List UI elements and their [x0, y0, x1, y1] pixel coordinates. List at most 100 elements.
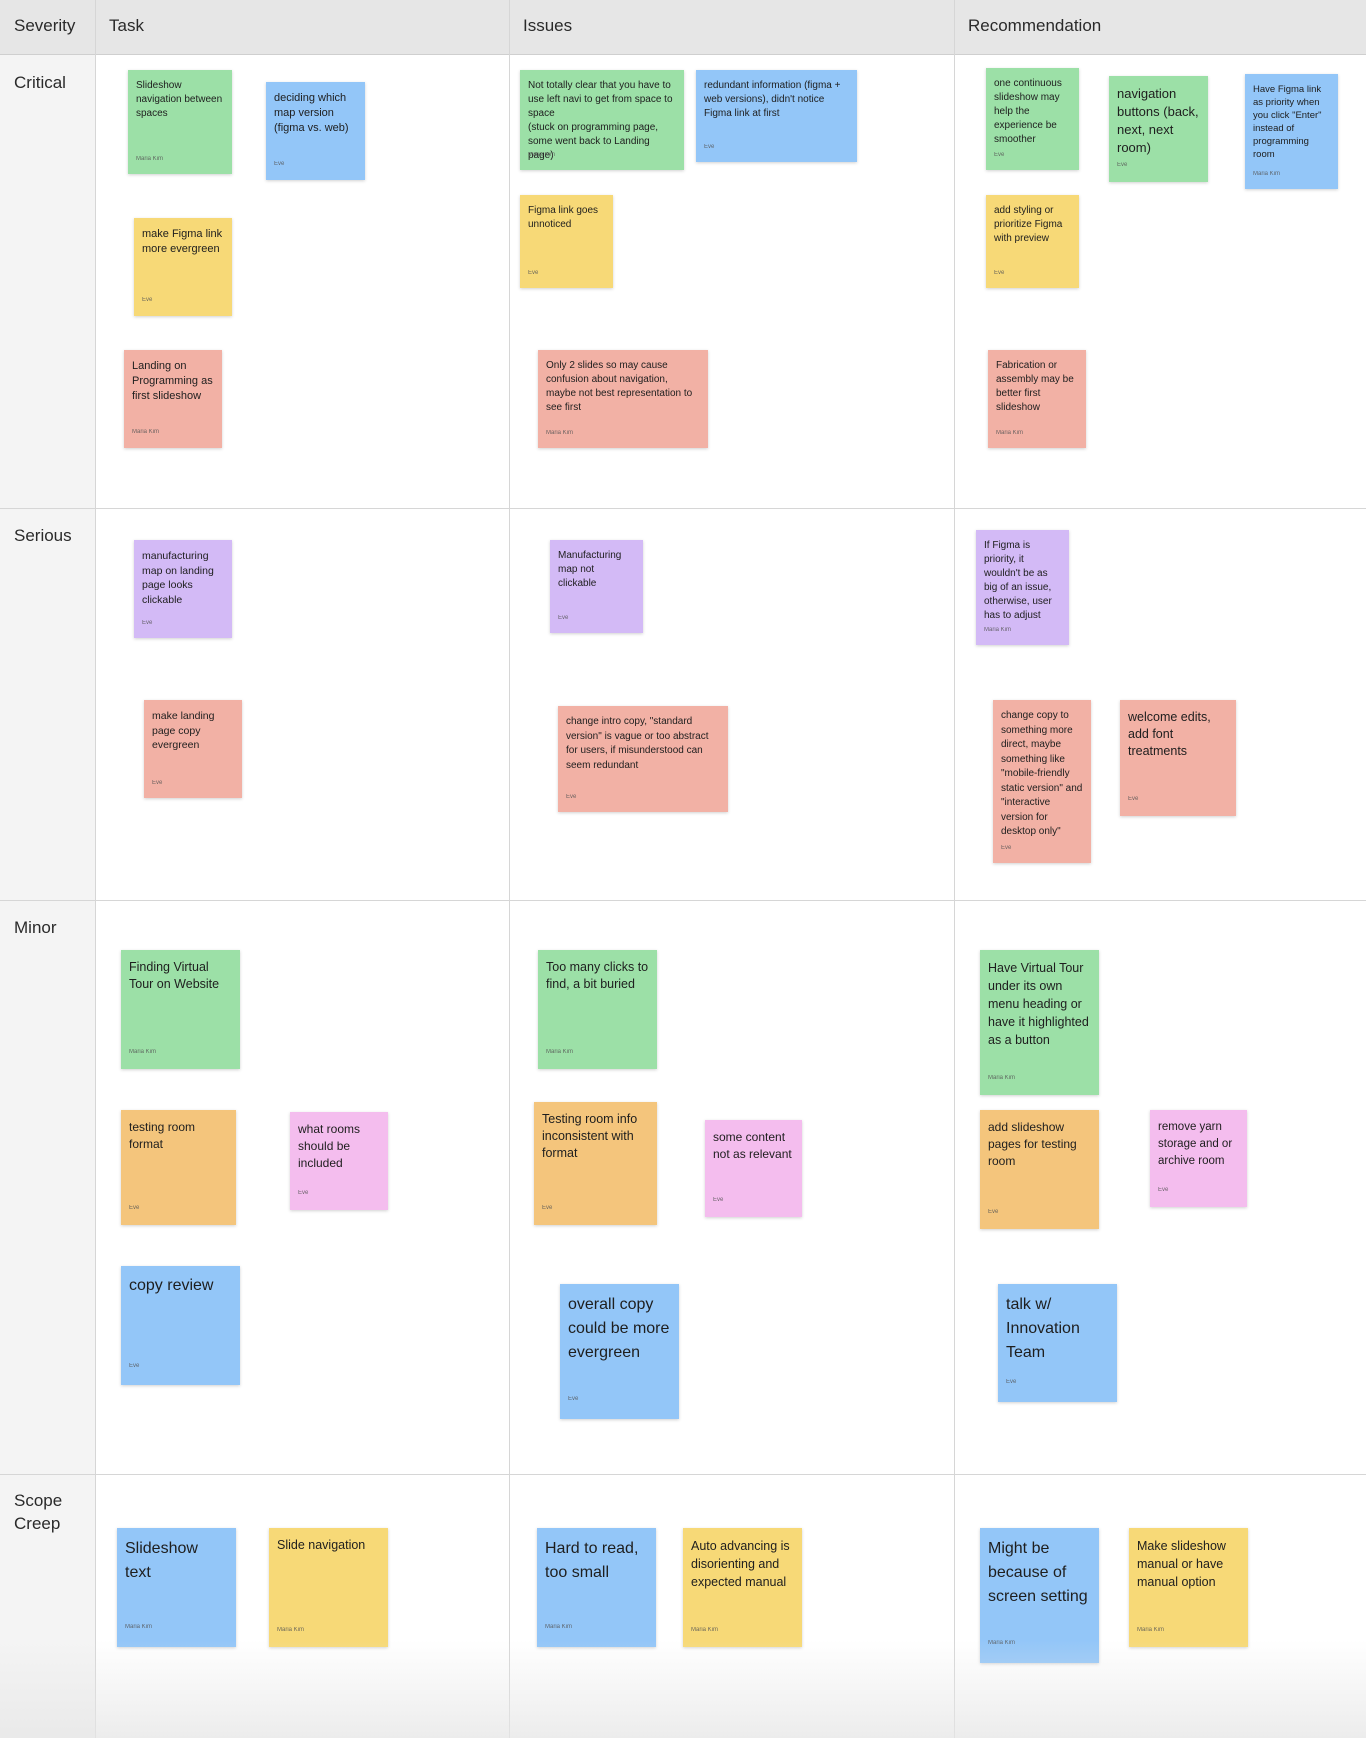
note-author: Eve: [142, 619, 153, 626]
sticky-note[interactable]: some content not as relevant Eve: [705, 1120, 802, 1217]
sticky-note[interactable]: add styling or prioritize Figma with pre…: [986, 195, 1079, 288]
row-label-minor: Minor: [14, 918, 57, 937]
note-text: some content not as relevant: [713, 1130, 792, 1161]
note-author: Eve: [129, 1363, 140, 1369]
note-author: Eve: [1001, 844, 1012, 851]
note-author: Eve: [1128, 796, 1139, 802]
note-text: Only 2 slides so may cause confusion abo…: [546, 360, 693, 413]
note-author: Maria Kim: [129, 1049, 157, 1055]
sticky-note[interactable]: manufacturing map on landing page looks …: [134, 540, 232, 638]
sticky-note[interactable]: Make slideshow manual or have manual opt…: [1129, 1528, 1248, 1647]
sticky-note[interactable]: Slideshow text Maria Kim: [117, 1528, 236, 1647]
column-divider: [95, 0, 96, 1738]
sticky-note[interactable]: If Figma is priority, it wouldn't be as …: [976, 530, 1069, 645]
sticky-note[interactable]: Auto advancing is disorienting and expec…: [683, 1528, 802, 1647]
note-author: Eve: [129, 1205, 140, 1211]
note-author: Maria Kim: [996, 430, 1024, 436]
sticky-note[interactable]: copy review Eve: [121, 1266, 240, 1385]
sticky-note[interactable]: change intro copy, "standard version" is…: [558, 706, 728, 812]
note-author: Maria Kim: [546, 1049, 574, 1055]
note-author: Maria Kim: [988, 1640, 1016, 1646]
note-text: overall copy could be more evergreen: [568, 1296, 670, 1361]
sticky-note[interactable]: Have Figma link as priority when you cli…: [1245, 74, 1338, 189]
sticky-note[interactable]: overall copy could be more evergreen Eve: [560, 1284, 679, 1419]
sticky-note[interactable]: one continuous slideshow may help the ex…: [986, 68, 1079, 170]
row-label-critical: Critical: [14, 73, 66, 92]
note-text: Finding Virtual Tour on Website: [129, 960, 220, 991]
note-text: Landing on Programming as first slidesho…: [132, 360, 213, 402]
note-author: Eve: [713, 1197, 724, 1203]
sticky-note[interactable]: Manufacturing map not clickable Eve: [550, 540, 643, 633]
header-bar: [0, 0, 1366, 55]
sticky-note[interactable]: Fabrication or assembly may be better fi…: [988, 350, 1086, 448]
sticky-note[interactable]: Slide navigation Maria Kim: [269, 1528, 388, 1647]
sticky-note[interactable]: Hard to read, too small Maria Kim: [537, 1528, 656, 1647]
note-text: Testing room info inconsistent with form…: [542, 1112, 638, 1160]
sticky-note[interactable]: Landing on Programming as first slidesho…: [124, 350, 222, 448]
sticky-note[interactable]: Not totally clear that you have to use l…: [520, 70, 684, 170]
note-author: Maria Kim: [984, 627, 1012, 633]
row-divider: [0, 508, 1366, 509]
note-author: Eve: [152, 779, 163, 786]
note-text: testing room format: [129, 1120, 196, 1151]
note-text: Have Virtual Tour under its own menu hea…: [988, 961, 1089, 1047]
sticky-note[interactable]: Slideshow navigation between spaces Maria…: [128, 70, 232, 174]
sticky-note[interactable]: talk w/ Innovation Team Eve: [998, 1284, 1117, 1402]
note-author: Maria Kim: [277, 1627, 305, 1633]
note-author: Eve: [704, 144, 715, 150]
sticky-note[interactable]: make Figma link more evergreen Eve: [134, 218, 232, 316]
note-text: navigation buttons (back, next, next roo…: [1117, 86, 1199, 155]
note-author: Eve: [542, 1205, 553, 1211]
note-author: Eve: [1117, 162, 1128, 168]
row-divider: [0, 900, 1366, 901]
note-text: talk w/ Innovation Team: [1006, 1296, 1080, 1361]
note-text: deciding which map version (figma vs. we…: [274, 92, 349, 134]
sticky-note[interactable]: make landing page copy evergreen Eve: [144, 700, 242, 798]
note-text: copy review: [129, 1277, 214, 1294]
note-text: add styling or prioritize Figma with pre…: [994, 205, 1063, 244]
note-text: Fabrication or assembly may be better fi…: [996, 360, 1074, 413]
sticky-note[interactable]: testing room format Eve: [121, 1110, 236, 1225]
sticky-note[interactable]: Have Virtual Tour under its own menu hea…: [980, 950, 1099, 1095]
note-text: Have Figma link as priority when you cli…: [1253, 84, 1322, 160]
sticky-note[interactable]: redundant information (figma + web versi…: [696, 70, 857, 162]
sticky-note[interactable]: Finding Virtual Tour on Website Maria Kim: [121, 950, 240, 1069]
sticky-note[interactable]: Only 2 slides so may cause confusion abo…: [538, 350, 708, 448]
sticky-note[interactable]: add slideshow pages for testing room Eve: [980, 1110, 1099, 1229]
note-text: redundant information (figma + web versi…: [704, 80, 841, 119]
note-author: Maria Kim: [132, 429, 160, 435]
note-text: Figma link goes unnoticed: [528, 205, 599, 230]
note-text: change copy to something more direct, ma…: [1001, 710, 1083, 837]
column-divider: [954, 0, 955, 1738]
row-label-serious: Serious: [14, 526, 72, 545]
sticky-note[interactable]: navigation buttons (back, next, next roo…: [1109, 76, 1208, 182]
affinity-board: Severity Task Issues Recommendation Crit…: [0, 0, 1366, 1738]
sticky-note[interactable]: Testing room info inconsistent with form…: [534, 1102, 657, 1225]
note-text: manufacturing map on landing page looks …: [142, 550, 214, 606]
sticky-note[interactable]: change copy to something more direct, ma…: [993, 700, 1091, 863]
note-author: Eve: [566, 793, 577, 800]
sticky-note[interactable]: Might be because of screen setting Maria …: [980, 1528, 1099, 1663]
note-author: Eve: [558, 615, 569, 621]
sticky-note[interactable]: Too many clicks to find, a bit buried Mar…: [538, 950, 657, 1069]
note-text: Slideshow navigation between spaces: [136, 80, 223, 119]
note-text: If Figma is priority, it wouldn't be as …: [984, 540, 1052, 621]
note-text: Auto advancing is disorienting and expec…: [691, 1539, 790, 1589]
sticky-note[interactable]: deciding which map version (figma vs. we…: [266, 82, 365, 180]
column-header-task: Task: [109, 16, 144, 35]
note-author: Eve: [994, 270, 1005, 276]
note-text: Slideshow text: [125, 1540, 198, 1581]
sticky-note[interactable]: what rooms should be included Eve: [290, 1112, 388, 1210]
sticky-note[interactable]: Figma link goes unnoticed Eve: [520, 195, 613, 288]
sticky-note[interactable]: welcome edits, add font treatments Eve: [1120, 700, 1236, 816]
note-author: Eve: [274, 161, 285, 167]
sticky-note[interactable]: remove yarn storage and or archive room E…: [1150, 1110, 1247, 1207]
note-text: Manufacturing map not clickable: [558, 550, 622, 589]
note-text: what rooms should be included: [298, 1122, 361, 1170]
note-author: Eve: [988, 1209, 999, 1215]
column-header-severity: Severity: [14, 16, 76, 35]
column-divider: [509, 0, 510, 1738]
note-text: Might be because of screen setting: [988, 1540, 1088, 1605]
note-author: Eve: [568, 1396, 579, 1402]
note-author: Eve: [1158, 1187, 1169, 1193]
